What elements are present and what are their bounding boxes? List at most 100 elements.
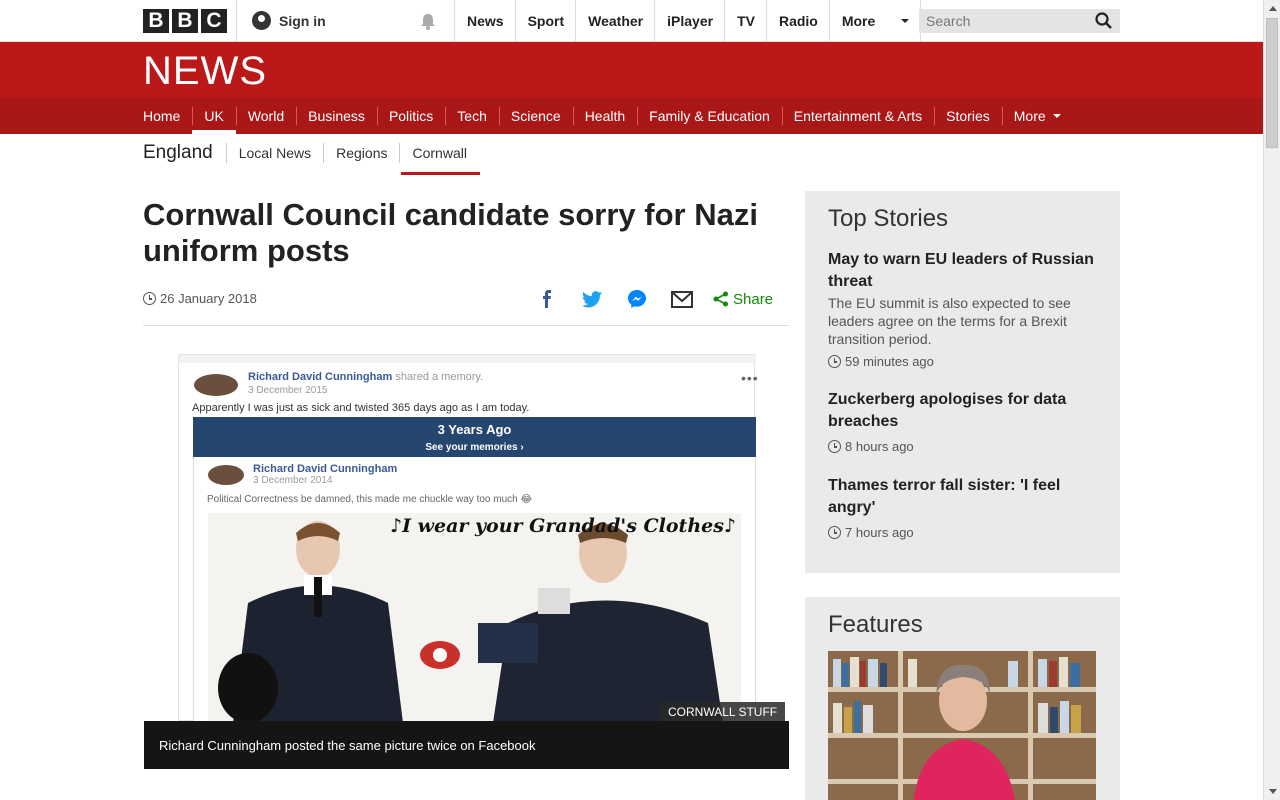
bbc-logo-letter: B <box>172 9 198 33</box>
chevron-down-icon <box>901 19 910 23</box>
article-date-text: 26 January 2018 <box>160 291 257 306</box>
facebook-post-date: 3 December 2015 <box>248 385 328 396</box>
facebook-header-strip <box>179 355 756 363</box>
top-story-title[interactable]: Thames terror fall sister: 'I feel angry… <box>828 475 1103 519</box>
subnav-local-news[interactable]: Local News <box>225 143 323 163</box>
clock-icon <box>828 526 841 539</box>
global-nav: News Sport Weather iPlayer TV Radio More <box>454 0 922 42</box>
memories-banner-title: 3 Years Ago <box>437 422 512 437</box>
shared-post: Richard David Cunningham 3 December 2014… <box>193 457 756 721</box>
search-icon[interactable] <box>1094 11 1114 31</box>
global-nav-radio[interactable]: Radio <box>765 0 829 42</box>
messenger-share-icon[interactable] <box>626 288 648 310</box>
region-title[interactable]: England <box>143 142 226 164</box>
top-stories-heading: Top Stories <box>828 205 949 232</box>
global-nav-sport[interactable]: Sport <box>514 0 576 42</box>
clock-icon <box>828 355 841 368</box>
global-nav-weather[interactable]: Weather <box>575 0 654 42</box>
news-masthead: NEWS <box>0 42 1263 98</box>
shared-post-date: 3 December 2014 <box>253 475 333 486</box>
section-entertainment-arts[interactable]: Entertainment & Arts <box>781 98 934 134</box>
article-date: 26 January 2018 <box>143 291 257 306</box>
divider <box>236 0 237 42</box>
user-icon <box>252 11 271 30</box>
top-story-timestamp: 8 hours ago <box>828 439 1103 454</box>
clock-icon <box>143 292 156 305</box>
clock-icon <box>828 440 841 453</box>
scrollbar-thumb[interactable] <box>1266 18 1278 148</box>
article-image: Richard David Cunningham shared a memory… <box>144 354 789 721</box>
section-stories[interactable]: Stories <box>934 98 1002 134</box>
facebook-author-name: Richard David Cunningham <box>248 371 393 383</box>
top-stories-panel: Top Stories May to warn EU leaders of Ru… <box>805 191 1120 573</box>
regional-nav: England Local News Regions Cornwall <box>143 137 481 175</box>
notifications-bell-icon[interactable] <box>418 12 438 32</box>
top-story-item[interactable]: Thames terror fall sister: 'I feel angry… <box>828 475 1103 540</box>
share-icon <box>713 291 728 307</box>
section-uk[interactable]: UK <box>192 98 237 134</box>
global-nav-more[interactable]: More <box>828 0 922 42</box>
facebook-screenshot: Richard David Cunningham shared a memory… <box>178 354 758 721</box>
sign-in-link[interactable]: Sign in <box>252 11 326 30</box>
image-credit: CORNWALL STUFF <box>660 702 786 721</box>
twitter-share-icon[interactable] <box>581 288 603 310</box>
news-logo[interactable]: NEWS <box>143 49 267 94</box>
scroll-up-icon[interactable] <box>1264 0 1280 17</box>
facebook-share-icon[interactable] <box>536 288 558 310</box>
scroll-down-icon[interactable] <box>1264 783 1280 800</box>
bookshelf-portrait-illustration <box>828 651 1096 800</box>
divider <box>143 325 789 326</box>
email-share-icon[interactable] <box>671 288 693 310</box>
article-headline: Cornwall Council candidate sorry for Naz… <box>143 197 758 268</box>
features-panel: Features <box>805 597 1120 800</box>
section-world[interactable]: World <box>235 98 296 134</box>
bbc-logo-letter: B <box>143 9 169 33</box>
top-story-item[interactable]: Zuckerberg apologises for data breaches … <box>828 389 1103 454</box>
memories-banner: 3 Years Ago See your memories › <box>193 417 756 457</box>
uniform-figures-illustration <box>218 521 723 721</box>
search-placeholder: Search <box>926 13 971 29</box>
global-nav-iplayer[interactable]: iPlayer <box>654 0 724 42</box>
top-story-time: 59 minutes ago <box>845 354 934 369</box>
shared-post-author: Richard David Cunningham <box>253 463 398 475</box>
facebook-post-status: Apparently I was just as sick and twiste… <box>192 402 530 414</box>
memories-banner-subtitle: See your memories › <box>425 442 524 453</box>
section-politics[interactable]: Politics <box>376 98 445 134</box>
subnav-cornwall[interactable]: Cornwall <box>399 143 481 175</box>
top-story-title[interactable]: May to warn EU leaders of Russian threat <box>828 249 1103 293</box>
subnav-regions[interactable]: Regions <box>323 143 399 163</box>
avatar <box>194 374 238 396</box>
search-input[interactable]: Search <box>919 9 1120 33</box>
section-business[interactable]: Business <box>296 98 377 134</box>
share-label: Share <box>733 290 774 308</box>
global-nav-news[interactable]: News <box>454 0 515 42</box>
section-science[interactable]: Science <box>498 98 573 134</box>
top-story-title[interactable]: Zuckerberg apologises for data breaches <box>828 389 1103 433</box>
section-nav: Home UK World Business Politics Tech Sci… <box>0 98 1263 134</box>
share-tools: Share <box>536 287 773 311</box>
section-more[interactable]: More <box>1001 98 1073 134</box>
meme-text: ♪I wear your Grandad's Clothes♪ <box>390 515 737 537</box>
section-health[interactable]: Health <box>572 98 637 134</box>
sign-in-label: Sign in <box>279 12 326 29</box>
top-story-item[interactable]: May to warn EU leaders of Russian threat… <box>828 249 1103 369</box>
bbc-logo[interactable]: B B C <box>143 9 227 33</box>
share-button[interactable]: Share <box>713 291 773 308</box>
chevron-down-icon <box>1052 114 1061 118</box>
top-story-timestamp: 7 hours ago <box>828 525 1103 540</box>
global-nav-tv[interactable]: TV <box>724 0 766 42</box>
avatar <box>208 465 244 485</box>
feature-image[interactable] <box>828 651 1096 800</box>
shared-post-status: Political Correctness be damned, this ma… <box>207 494 533 505</box>
features-heading: Features <box>828 611 923 638</box>
section-tech[interactable]: Tech <box>445 98 499 134</box>
page-scrollbar[interactable] <box>1263 0 1280 800</box>
facebook-post-author: Richard David Cunningham shared a memory… <box>248 371 483 383</box>
section-home[interactable]: Home <box>131 98 192 134</box>
more-options-icon: ••• <box>741 370 759 386</box>
section-family-education[interactable]: Family & Education <box>637 98 782 134</box>
facebook-post-action: shared a memory. <box>395 371 484 383</box>
top-story-time: 7 hours ago <box>845 525 914 540</box>
bbc-global-bar: B B C Sign in News Sport Weather iPlayer… <box>0 0 1263 42</box>
image-caption: Richard Cunningham posted the same pictu… <box>144 721 789 769</box>
